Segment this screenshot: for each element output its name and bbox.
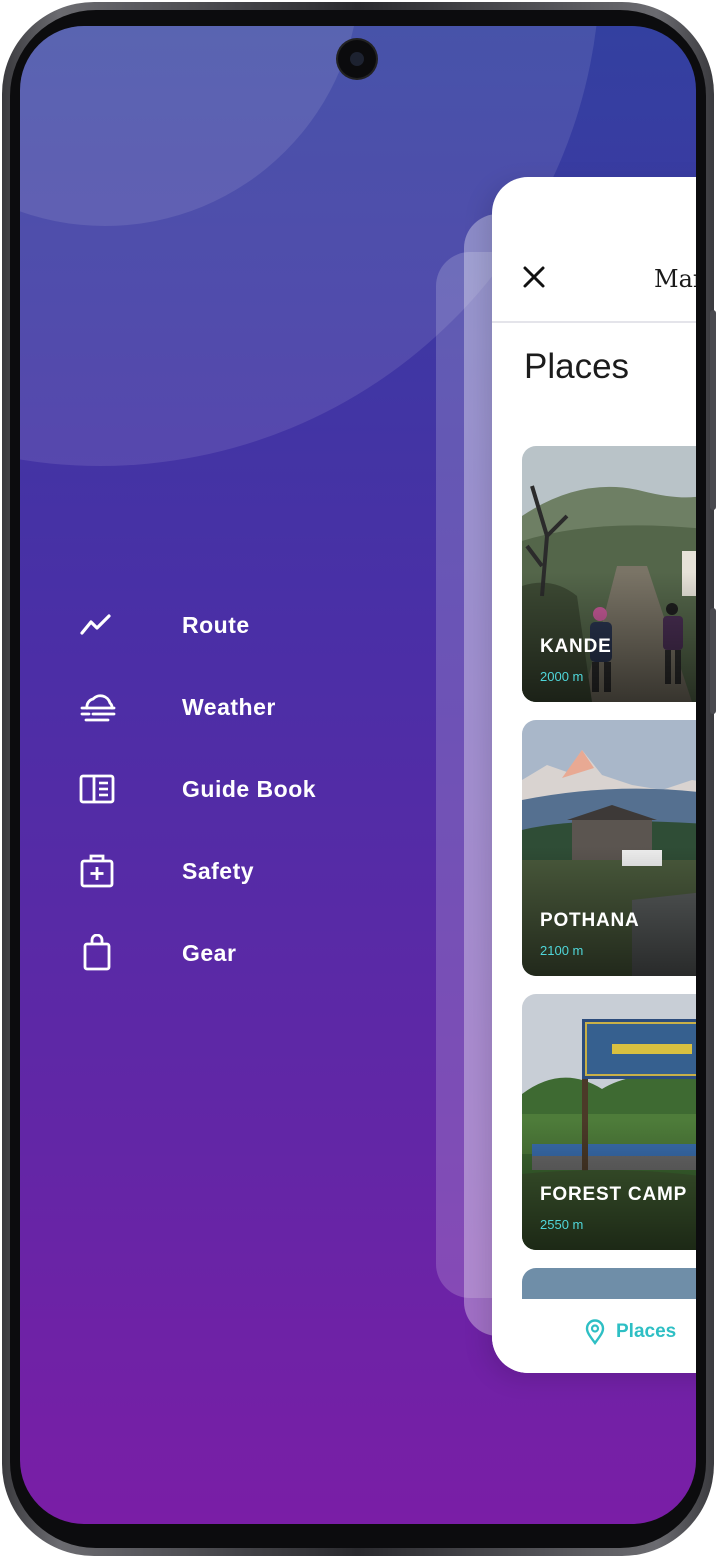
close-icon: [523, 266, 545, 288]
place-card-pothana[interactable]: POTHANA 2100 m: [522, 720, 696, 976]
place-altitude: 2100 m: [540, 943, 584, 958]
menu-label-weather: Weather: [182, 693, 276, 720]
menu-item-weather[interactable]: Weather: [78, 666, 378, 748]
route-icon: [78, 603, 122, 647]
bag-icon: [78, 931, 122, 975]
place-altitude: 2550 m: [540, 1217, 584, 1232]
place-name: FOREST CAMP: [540, 1184, 688, 1205]
place-altitude: 2000 m: [540, 669, 584, 684]
app-screen: Route Weather Guide Book Safety Gear Ma …: [20, 26, 696, 1524]
place-name: KANDE: [540, 636, 612, 657]
menu-item-route[interactable]: Route: [78, 584, 378, 666]
content-panel: Mar Places KANDE 2000 m: [492, 177, 696, 1373]
place-name: POTHANA: [540, 910, 640, 931]
front-camera: [338, 40, 376, 78]
header-divider: [492, 321, 696, 323]
volume-button: [710, 608, 716, 714]
menu-label-route: Route: [182, 611, 250, 638]
power-button: [710, 310, 716, 510]
nav-places-tab[interactable]: Places: [584, 1319, 676, 1345]
first-aid-icon: [78, 849, 122, 893]
menu-label-safety: Safety: [182, 857, 255, 884]
menu-label-gear: Gear: [182, 939, 237, 966]
nav-places-label: Places: [616, 1321, 677, 1342]
menu-label-guide-book: Guide Book: [182, 775, 317, 802]
section-title: Places: [524, 347, 630, 386]
close-button[interactable]: [518, 261, 550, 293]
menu-item-gear[interactable]: Gear: [78, 912, 378, 994]
location-pin-icon: [585, 1319, 605, 1345]
guide-book-icon: [78, 767, 122, 811]
panel-header-title: Mar: [654, 265, 696, 293]
side-menu: Route Weather Guide Book Safety Gear: [78, 584, 378, 994]
place-card-forest-camp[interactable]: FOREST CAMP 2550 m: [522, 994, 696, 1250]
place-card-kande[interactable]: KANDE 2000 m: [522, 446, 696, 702]
weather-icon: [78, 685, 122, 729]
menu-item-guide-book[interactable]: Guide Book: [78, 748, 378, 830]
menu-item-safety[interactable]: Safety: [78, 830, 378, 912]
bottom-nav: Places: [492, 1299, 696, 1373]
